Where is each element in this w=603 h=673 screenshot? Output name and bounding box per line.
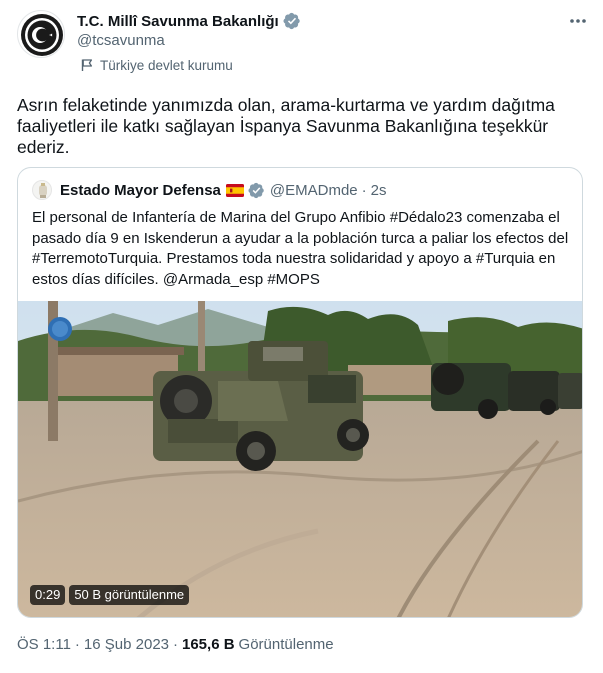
video-overlay: 0:29 50 B görüntülenme	[30, 585, 193, 605]
author-handle[interactable]: @tcsavunma	[77, 32, 165, 49]
quoted-separator: ·	[361, 181, 367, 199]
defense-crest-icon	[39, 183, 47, 198]
tweet-views-count: 165,6 B	[182, 636, 235, 653]
quoted-timestamp[interactable]: 2s	[371, 182, 387, 199]
tweet-footer: ÖS 1:11 · 16 Şub 2023 · 165,6 B Görüntül…	[17, 636, 334, 653]
video-thumbnail	[18, 301, 582, 617]
quoted-tweet[interactable]: Estado Mayor Defensa @EMADmde · 2s El pe…	[17, 167, 583, 618]
ellipsis-icon	[570, 19, 586, 23]
tweet-views-label: Görüntülenme	[238, 636, 334, 653]
tweet-text: Asrın felaketinde yanımızda olan, arama-…	[17, 95, 555, 157]
quoted-author-avatar[interactable]	[32, 180, 52, 200]
tweet-time[interactable]: ÖS 1:11	[17, 636, 71, 653]
more-options-button[interactable]	[567, 12, 589, 30]
video-duration: 0:29	[30, 585, 66, 605]
video-player[interactable]: 0:29 50 B görüntülenme	[18, 301, 582, 617]
tweet: T.C. Millî Savunma Bakanlığı @tcsavunma …	[0, 0, 603, 673]
quoted-tweet-text: El personal de Infantería de Marina del …	[32, 209, 569, 288]
quoted-tweet-header: Estado Mayor Defensa @EMADmde · 2s	[32, 180, 386, 200]
verified-badge-icon	[283, 12, 300, 30]
author-name-row: T.C. Millî Savunma Bakanlığı	[77, 11, 301, 31]
footer-separator: ·	[173, 636, 178, 653]
quoted-handle[interactable]: @EMADmde	[270, 182, 358, 199]
government-label-text: Türkiye devlet kurumu	[100, 57, 233, 73]
ministry-emblem-icon	[21, 14, 63, 56]
video-view-count: 50 B görüntülenme	[69, 585, 190, 605]
quoted-verified-badge-icon	[248, 182, 264, 198]
author-avatar[interactable]	[17, 10, 65, 58]
author-display-name[interactable]: T.C. Millî Savunma Bakanlığı	[77, 13, 279, 30]
footer-separator: ·	[74, 636, 80, 653]
tweet-date[interactable]: 16 Şub 2023	[84, 636, 169, 653]
flag-icon	[81, 59, 93, 71]
spain-flag-icon	[225, 183, 244, 197]
quoted-display-name[interactable]: Estado Mayor Defensa	[60, 182, 221, 199]
tweet-header: T.C. Millî Savunma Bakanlığı @tcsavunma	[17, 10, 589, 60]
government-label[interactable]: Türkiye devlet kurumu	[80, 56, 233, 74]
